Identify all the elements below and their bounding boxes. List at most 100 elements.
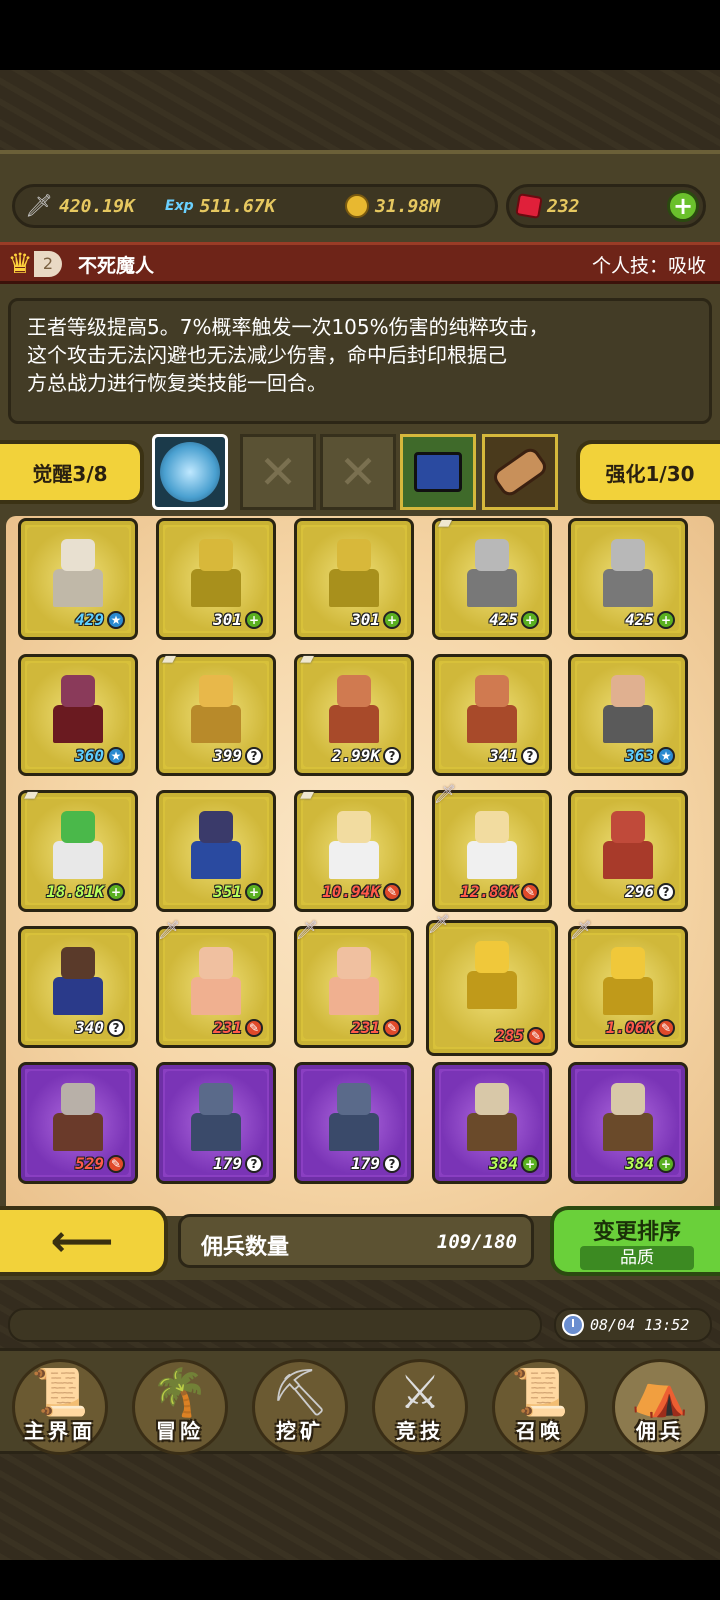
portrait-head (611, 811, 645, 843)
scroll-corner-icon: ▰ (438, 512, 452, 533)
mercenary-card[interactable]: 285 ✎ 🗡 (426, 914, 558, 1056)
attack-value: 420.19K (58, 195, 135, 217)
portrait-head (611, 539, 645, 571)
nav-item-adventure[interactable]: 🌴 冒险 (120, 1351, 240, 1457)
level-number: 1.06K (605, 1018, 654, 1037)
nav-item-summon[interactable]: 📜 召唤 (480, 1351, 600, 1457)
scroll-corner-icon: ▰ (162, 648, 176, 669)
nav-item-main[interactable]: 📜 主界面 (0, 1351, 120, 1457)
mercenary-portrait (49, 811, 107, 881)
sort-label: 变更排序 (592, 1220, 681, 1245)
level-number: 425 (625, 610, 654, 629)
mercenary-card[interactable]: 1.06K ✎ 🗡 (568, 920, 688, 1048)
mercenary-portrait (187, 947, 245, 1017)
map-scroll-icon: 📜 (31, 1365, 89, 1419)
card-level: 384 + (625, 1154, 675, 1173)
level-number: 351 (213, 882, 242, 901)
resource-bar: 🗡 420.19K Exp 511.67K 31.98M (12, 184, 498, 228)
awaken-slot-selected[interactable] (152, 434, 228, 510)
mercenary-portrait (325, 811, 383, 881)
mercenary-card[interactable]: 384 + (568, 1062, 688, 1184)
mercenary-card[interactable]: 301 + (294, 518, 414, 640)
awaken-button[interactable]: 觉醒3/8 (0, 440, 144, 504)
portrait-body (603, 1113, 653, 1151)
portrait-head (199, 539, 233, 571)
empty-x-icon: ✕ (338, 445, 378, 499)
mercenary-card[interactable]: 10.94K ✎ ▰ (294, 784, 414, 912)
card-level: 1.06K ✎ (606, 1018, 675, 1037)
change-sort-button[interactable]: 变更排序 品质 (550, 1206, 720, 1276)
mercenary-card[interactable]: 2.99K? ▰ (294, 648, 414, 776)
card-level: 363 ★ (625, 746, 675, 765)
sword-icon: 🗡 (25, 193, 53, 219)
mercenary-card[interactable]: 179? (156, 1062, 276, 1184)
awaken-slot-empty[interactable]: ✕ (240, 434, 316, 510)
awaken-slot-item[interactable] (400, 434, 476, 510)
card-level: 301 + (351, 610, 401, 629)
enhance-button[interactable]: 强化1/30 (576, 440, 720, 504)
mercenary-card[interactable]: 425 + (568, 518, 688, 640)
mercenary-count-box: 佣兵数量 109/180 (178, 1214, 534, 1268)
mercenary-portrait (463, 1083, 521, 1153)
portrait-head (337, 947, 371, 979)
level-number: 384 (625, 1154, 654, 1173)
mercenary-card[interactable]: 399? ▰ (156, 648, 276, 776)
mercenary-card[interactable]: 12.88K ✎ 🗡 (432, 784, 552, 912)
level-number: 10.94K (322, 882, 380, 901)
mercenary-portrait (49, 947, 107, 1017)
mercenary-card[interactable]: 425 + ▰ (432, 512, 552, 640)
portrait-head (61, 811, 95, 843)
mercenary-portrait (325, 1083, 383, 1153)
q-badge-icon: ? (657, 882, 675, 901)
mercenary-card[interactable]: 340? (18, 926, 138, 1048)
mercenary-card[interactable]: 384 + (432, 1062, 552, 1184)
mercenary-card[interactable]: 429 ★ (18, 518, 138, 640)
nav-item-mercenary[interactable]: ⛺ 佣兵 (600, 1351, 720, 1457)
message-bar[interactable] (8, 1308, 542, 1342)
awaken-slot-empty[interactable]: ✕ (320, 434, 396, 510)
q-badge-icon: ? (521, 746, 539, 765)
mercenary-card[interactable]: 351 + (156, 790, 276, 912)
level-number: 399 (213, 746, 242, 765)
portrait-head (337, 1083, 371, 1115)
mercenary-card[interactable]: 301 + (156, 518, 276, 640)
gold-value: 31.98M (375, 195, 441, 217)
mercenary-portrait (599, 811, 657, 881)
q-badge-icon: ? (383, 746, 401, 765)
awaken-slot-item[interactable] (482, 434, 558, 510)
plus-badge-icon: + (521, 610, 539, 629)
crossed-swords-icon: ⚔ (399, 1365, 441, 1419)
mercenary-card[interactable]: 296? (568, 790, 688, 912)
mercenary-card[interactable]: 363 ★ (568, 654, 688, 776)
shattered-orb-icon (160, 442, 220, 502)
mercenary-card[interactable]: 179? (294, 1062, 414, 1184)
back-button[interactable]: ⟵ (0, 1206, 168, 1276)
card-level: 384 + (489, 1154, 539, 1173)
mercenary-card[interactable]: 341? (432, 654, 552, 776)
add-gems-button[interactable]: + (667, 190, 699, 222)
tent-icon: ⛺ (631, 1365, 689, 1419)
mercenary-card[interactable]: 360 ★ (18, 654, 138, 776)
pickaxe-icon: ⛏ (270, 1365, 330, 1419)
mercenary-card[interactable]: 231 ✎ 🗡 (294, 920, 414, 1048)
portrait-head (199, 675, 233, 707)
nav-label: 召唤 (516, 1419, 564, 1443)
mercenary-card[interactable]: 18.81K + ▰ (18, 784, 138, 912)
hero-title-bar: ♛ 2 不死魔人 个人技：吸收 (0, 242, 720, 284)
nav-label: 竞技 (396, 1419, 444, 1443)
mercenary-portrait (599, 1083, 657, 1153)
level-number: 301 (213, 610, 242, 629)
mercenary-card[interactable]: 231 ✎ 🗡 (156, 920, 276, 1048)
nav-item-arena[interactable]: ⚔ 竞技 (360, 1351, 480, 1457)
level-number: 429 (75, 610, 104, 629)
q-badge-icon: ? (107, 1018, 125, 1037)
portrait-body (329, 569, 379, 607)
card-level: 425 + (489, 610, 539, 629)
scroll-item-icon (490, 444, 550, 500)
nav-item-mining[interactable]: ⛏ 挖矿 (240, 1351, 360, 1457)
sword-corner-icon: 🗡 (295, 920, 319, 941)
x-badge-icon: ✎ (657, 1018, 675, 1037)
portrait-head (199, 1083, 233, 1115)
mercenary-portrait (325, 675, 383, 745)
mercenary-card[interactable]: 529 ✎ (18, 1062, 138, 1184)
